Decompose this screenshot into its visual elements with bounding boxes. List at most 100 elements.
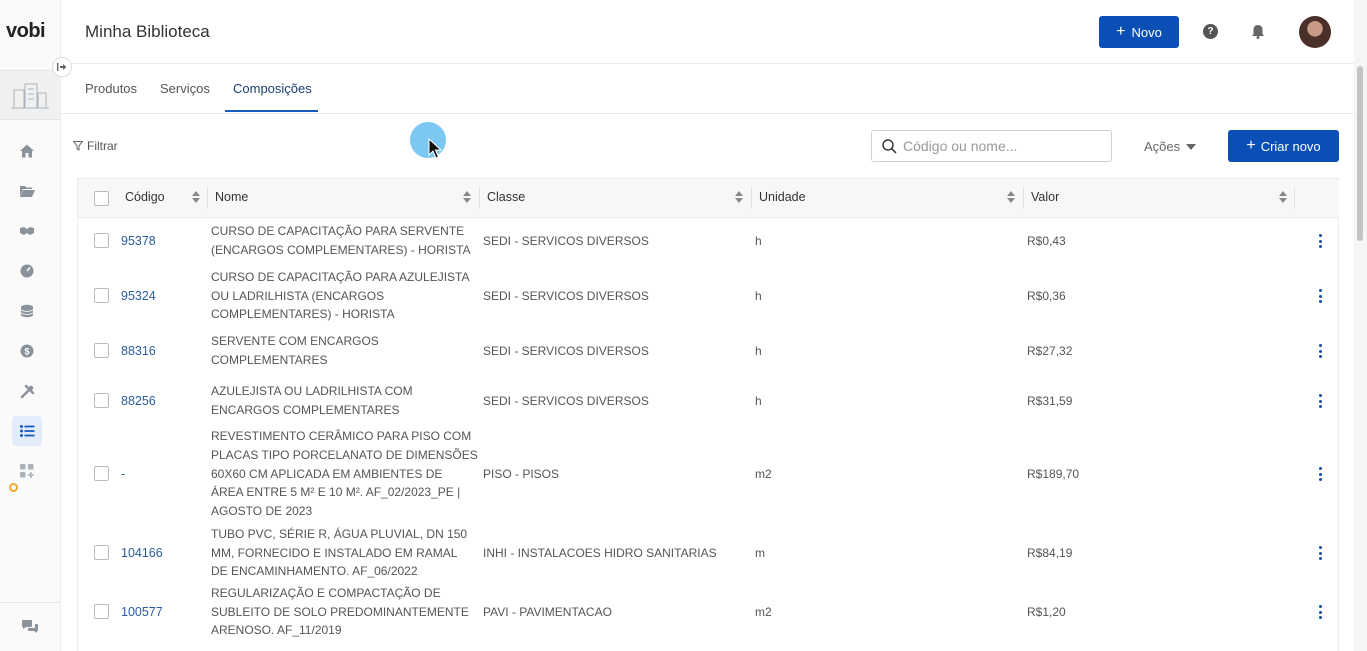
sidebar-footer	[0, 602, 60, 651]
tab-composicoes[interactable]: Composições	[233, 81, 312, 96]
row-name-line: BASE PARA POÇO DE VISITA CIRCULAR PARA	[211, 648, 476, 651]
new-button[interactable]: + Novo	[1099, 16, 1179, 48]
list-icon[interactable]	[12, 416, 42, 446]
row-unit: m	[755, 546, 765, 560]
home-icon[interactable]	[12, 136, 42, 166]
more-options-icon[interactable]	[1319, 289, 1323, 303]
active-tab-indicator	[225, 110, 318, 112]
row-name-line: TUBO PVC, SÉRIE R, ÁGUA PLUVIAL, DN 150	[211, 526, 468, 541]
row-name-line: AZULEJISTA OU LADRILHISTA COM	[211, 384, 413, 399]
row-code-link[interactable]: 104166	[121, 544, 163, 563]
filter-label: Filtrar	[87, 139, 118, 153]
row-unit: h	[755, 344, 762, 358]
handshake-icon[interactable]	[12, 216, 42, 246]
row-checkbox[interactable]	[94, 393, 109, 408]
app-logo[interactable]: vobi	[6, 20, 46, 43]
row-name-line: CURSO DE CAPACITAÇÃO PARA SERVENTE	[211, 224, 465, 239]
bell-icon[interactable]	[1251, 24, 1267, 40]
column-header-unidade[interactable]: Unidade	[759, 190, 806, 204]
filter-button[interactable]: Filtrar	[73, 139, 118, 153]
row-class: SEDI - SERVICOS DIVERSOS	[483, 289, 649, 303]
row-checkbox[interactable]	[94, 466, 109, 481]
row-checkbox[interactable]	[94, 233, 109, 248]
sort-icon[interactable]	[1007, 191, 1015, 205]
gauge-icon[interactable]	[12, 256, 42, 286]
row-code-link[interactable]: 95378	[121, 232, 156, 251]
page-scrollbar[interactable]	[1354, 0, 1367, 651]
row-value: R$31,59	[1027, 394, 1073, 408]
actions-label: Ações	[1144, 139, 1181, 154]
row-checkbox[interactable]	[94, 288, 109, 303]
row-class: INHI - INSTALACOES HIDRO SANITARIAS	[483, 546, 717, 560]
caret-down-icon	[1186, 143, 1197, 150]
notification-dot	[9, 483, 18, 492]
row-code-link[interactable]: 95324	[121, 287, 156, 306]
row-checkbox[interactable]	[94, 604, 109, 619]
folder-open-icon[interactable]	[12, 176, 42, 206]
row-name-line: SUBLEITO DE SOLO PREDOMINANTEMENTE	[211, 604, 469, 619]
search-input[interactable]	[903, 138, 1103, 154]
row-name-line: MM, FORNECIDO E INSTALADO EM RAMAL	[211, 545, 458, 560]
row-value: R$84,19	[1027, 546, 1073, 560]
new-button-label: Novo	[1131, 24, 1162, 40]
apps-add-icon[interactable]	[12, 456, 42, 486]
dollar-circle-icon[interactable]: $	[12, 336, 42, 366]
row-value: R$1,20	[1027, 605, 1066, 619]
chat-icon[interactable]	[21, 619, 39, 635]
column-header-nome[interactable]: Nome	[215, 190, 248, 204]
library-tabs: Produtos Serviços Composições	[61, 64, 1354, 114]
row-name-line: COMPLEMENTARES) - HORISTA	[211, 307, 395, 322]
column-header-valor[interactable]: Valor	[1031, 190, 1059, 204]
coins-icon[interactable]	[12, 296, 42, 326]
row-name-line: ENCARGOS COMPLEMENTARES	[211, 403, 400, 417]
row-value: R$0,36	[1027, 289, 1066, 303]
row-code-link[interactable]: 100577	[121, 603, 163, 622]
column-header-codigo[interactable]: Código	[125, 190, 165, 204]
select-all-checkbox[interactable]	[94, 191, 109, 206]
row-name-line: OU LADRILHISTA (ENCARGOS	[211, 288, 385, 303]
plus-icon: +	[1116, 23, 1126, 40]
more-options-icon[interactable]	[1319, 394, 1323, 408]
tab-servicos[interactable]: Serviços	[160, 81, 210, 96]
row-name-line: (ENCARGOS COMPLEMENTARES) - HORISTA	[211, 243, 471, 257]
more-options-icon[interactable]	[1319, 467, 1323, 481]
create-new-button[interactable]: + Criar novo	[1228, 130, 1339, 162]
scrollbar-thumb[interactable]	[1357, 66, 1363, 241]
row-class: PISO - PISOS	[483, 467, 560, 481]
row-name-line: REGULARIZAÇÃO E COMPACTAÇÃO DE	[211, 585, 441, 600]
row-class: SEDI - SERVICOS DIVERSOS	[483, 344, 649, 358]
row-value: R$0,43	[1027, 234, 1066, 248]
row-code-link[interactable]: 88316	[121, 342, 156, 361]
sort-icon[interactable]	[192, 191, 200, 205]
row-name-line: REVESTIMENTO CERÂMICO PARA PISO COM	[211, 429, 472, 444]
more-options-icon[interactable]	[1319, 605, 1323, 619]
sort-icon[interactable]	[735, 191, 743, 205]
sort-icon[interactable]	[463, 191, 471, 205]
user-avatar[interactable]	[1299, 16, 1331, 48]
search-box[interactable]	[871, 130, 1112, 162]
more-options-icon[interactable]	[1319, 234, 1323, 248]
row-code-link: -	[121, 467, 126, 481]
tab-produtos[interactable]: Produtos	[85, 81, 137, 96]
row-name-line: PLACAS TIPO PORCELANATO DE DIMENSÕES	[211, 447, 478, 462]
more-options-icon[interactable]	[1319, 344, 1323, 358]
column-divider	[207, 187, 208, 209]
tools-icon[interactable]	[12, 376, 42, 406]
column-header-classe[interactable]: Classe	[487, 190, 525, 204]
expand-arrow-icon	[57, 63, 67, 71]
row-class: SEDI - SERVICOS DIVERSOS	[483, 394, 649, 408]
row-code-link[interactable]: 88256	[121, 392, 156, 411]
more-options-icon[interactable]	[1319, 546, 1323, 560]
row-name-line: ARENOSO. AF_11/2019	[211, 623, 342, 638]
actions-dropdown[interactable]: Ações	[1144, 139, 1197, 154]
row-name-line: AGOSTO DE 2023	[211, 504, 313, 519]
sidebar-toggle-button[interactable]	[52, 57, 72, 77]
company-logo-tile[interactable]	[0, 70, 60, 120]
row-name-line: DE ENCAMINHAMENTO. AF_06/2022	[211, 564, 418, 579]
row-checkbox[interactable]	[94, 343, 109, 358]
row-unit: m2	[755, 467, 772, 481]
help-icon[interactable]: ?	[1203, 24, 1218, 39]
sort-icon[interactable]	[1279, 191, 1287, 205]
column-divider	[751, 187, 752, 209]
row-checkbox[interactable]	[94, 545, 109, 560]
